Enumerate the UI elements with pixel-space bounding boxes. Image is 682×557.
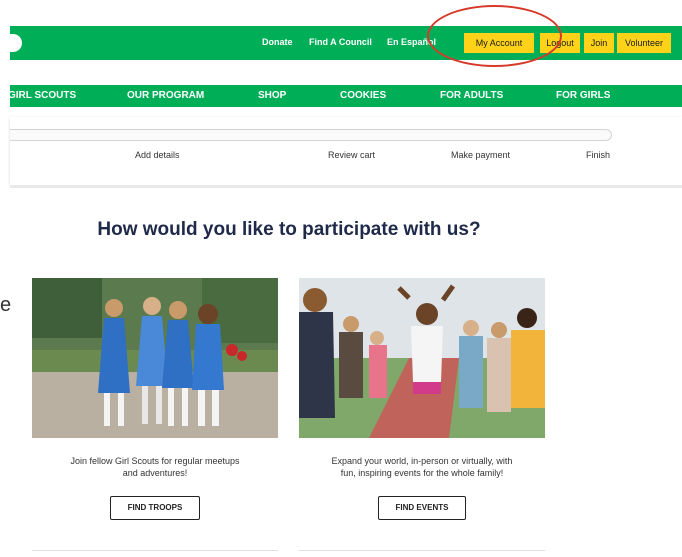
troop-photo	[32, 278, 278, 438]
step-review-cart: Review cart	[328, 150, 376, 160]
progress-track	[10, 129, 612, 141]
nav-item-for-girls[interactable]: FOR GIRLS	[556, 90, 610, 101]
header-bar: Donate Find A Council En Español My Acco…	[10, 26, 682, 60]
find-events-button[interactable]: FIND EVENTS	[378, 496, 466, 520]
main-nav: GIRL SCOUTS OUR PROGRAM SHOP COOKIES FOR…	[8, 85, 682, 107]
en-espanol-link[interactable]: En Español	[387, 37, 436, 47]
events-photo	[299, 278, 545, 438]
logout-button[interactable]: Logout	[540, 33, 580, 53]
events-description: Expand your world, in-person or virtuall…	[331, 456, 513, 478]
join-button[interactable]: Join	[584, 33, 614, 53]
step-make-payment: Make payment	[451, 150, 511, 160]
divider	[10, 185, 682, 188]
find-a-council-link[interactable]: Find A Council	[309, 37, 372, 47]
nav-item-our-program[interactable]: OUR PROGRAM	[127, 90, 204, 101]
page-title: How would you like to participate with u…	[97, 219, 481, 240]
nav-item-girl-scouts[interactable]: GIRL SCOUTS	[8, 90, 76, 101]
nav-item-shop[interactable]: SHOP	[258, 90, 286, 101]
checkout-steps: Add details Review cart Make payment Fin…	[10, 117, 682, 185]
stray-text-fragment: e	[0, 294, 12, 316]
nav-item-cookies[interactable]: COOKIES	[340, 90, 386, 101]
girl-scouts-logo[interactable]	[10, 34, 22, 52]
step-add-details: Add details	[135, 150, 180, 160]
nav-item-for-adults[interactable]: FOR ADULTS	[440, 90, 503, 101]
donate-link[interactable]: Donate	[262, 37, 293, 47]
volunteer-button[interactable]: Volunteer	[617, 33, 671, 53]
find-troops-button[interactable]: FIND TROOPS	[110, 496, 200, 520]
troops-description: Join fellow Girl Scouts for regular meet…	[70, 456, 240, 478]
step-finish: Finish	[586, 150, 611, 160]
my-account-button[interactable]: My Account	[464, 33, 534, 53]
